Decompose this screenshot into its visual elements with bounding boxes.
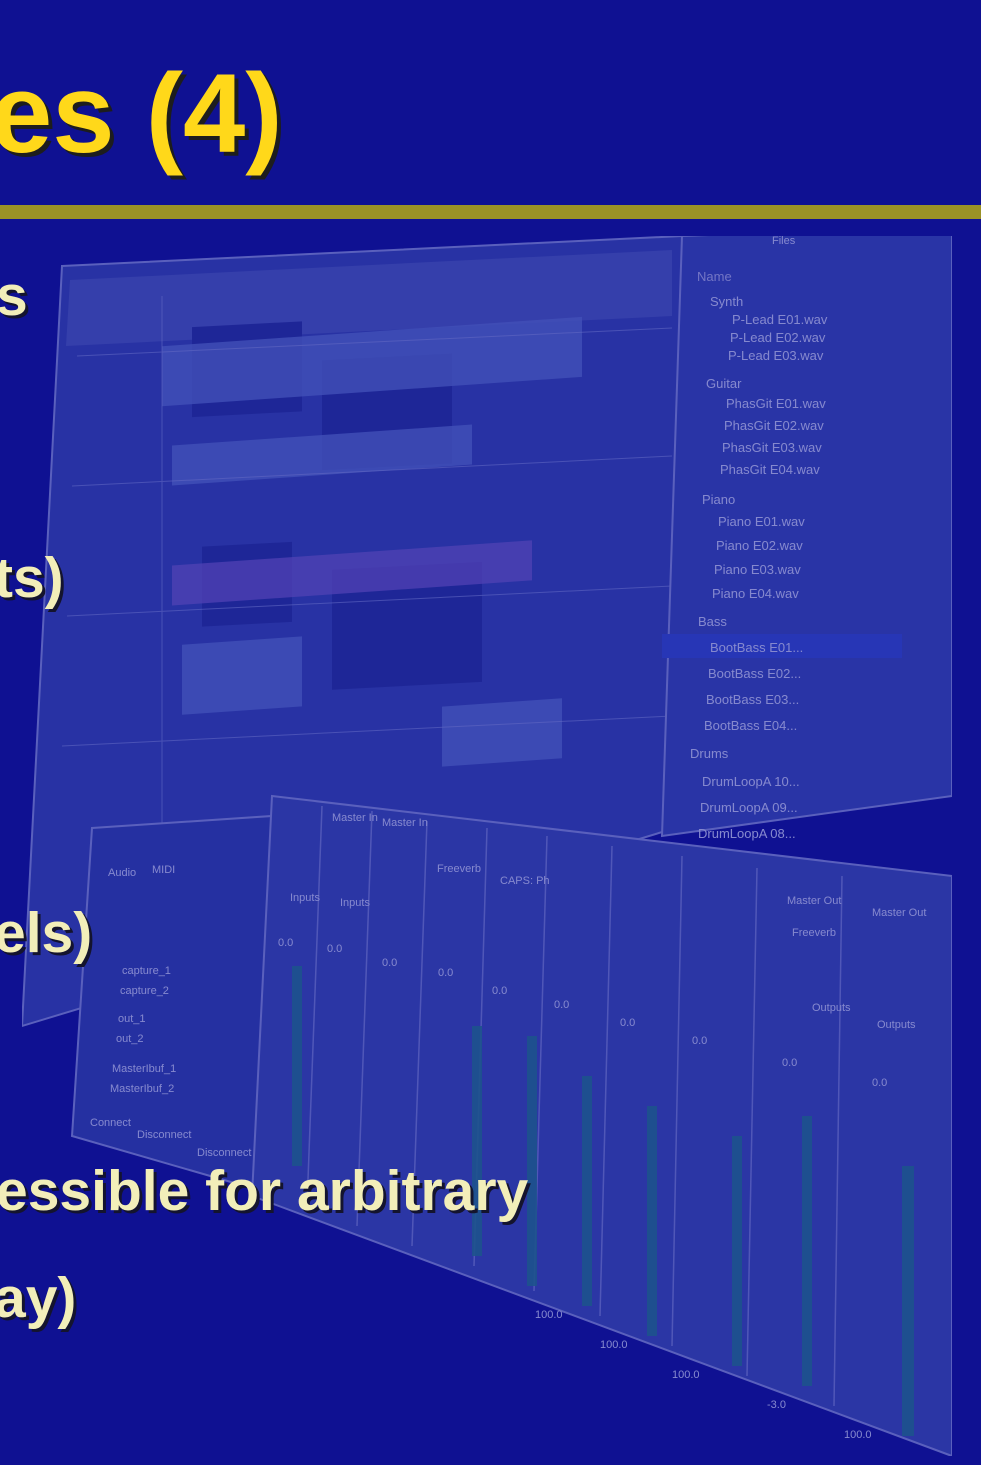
volume-field[interactable]: 100.0 bbox=[672, 1369, 700, 1381]
connect-button[interactable]: Connect bbox=[90, 1117, 131, 1129]
tab-audio[interactable]: Audio bbox=[108, 867, 136, 879]
gain-field[interactable]: 0.0 bbox=[438, 967, 453, 979]
gain-field[interactable]: 0.0 bbox=[278, 937, 293, 949]
gain-field[interactable]: 0.0 bbox=[554, 999, 569, 1011]
strip-label: Master Out bbox=[787, 895, 841, 907]
file-item[interactable]: BootBass E04... bbox=[704, 718, 797, 733]
io-label[interactable]: Outputs bbox=[812, 1002, 851, 1014]
file-browser-title: Files bbox=[772, 236, 796, 247]
strip-label: Master In bbox=[332, 812, 378, 824]
port-item[interactable]: MasterIbuf_1 bbox=[112, 1063, 176, 1075]
bullet-3: els) bbox=[0, 901, 93, 965]
volume-field[interactable]: 100.0 bbox=[535, 1309, 563, 1321]
insert-label[interactable]: CAPS: Ph bbox=[500, 875, 550, 887]
file-item[interactable]: Piano E01.wav bbox=[718, 514, 805, 529]
port-item[interactable]: out_2 bbox=[116, 1033, 144, 1045]
gain-field[interactable]: 0.0 bbox=[620, 1017, 635, 1029]
bullet-2: ts) bbox=[0, 546, 64, 610]
io-label[interactable]: Inputs bbox=[290, 892, 320, 904]
file-item[interactable]: DrumLoopA 08... bbox=[698, 826, 796, 841]
file-item[interactable]: BootBass E01... bbox=[710, 640, 803, 655]
tab-midi[interactable]: MIDI bbox=[152, 864, 175, 876]
bullet-4: essible for arbitrary bbox=[0, 1159, 529, 1223]
slide-title: es (4) bbox=[0, 51, 283, 176]
file-item[interactable]: PhasGit E02.wav bbox=[724, 418, 824, 433]
file-item[interactable]: Piano E03.wav bbox=[714, 562, 801, 577]
volume-field[interactable]: 100.0 bbox=[844, 1429, 872, 1441]
connections-window: Audio MIDI capture_1 capture_2 out_1 out… bbox=[70, 814, 274, 1193]
file-item[interactable]: DrumLoopA 09... bbox=[700, 800, 798, 815]
file-item[interactable]: P-Lead E03.wav bbox=[728, 348, 824, 363]
file-browser-column-header[interactable]: Name bbox=[697, 269, 732, 284]
file-item[interactable]: PhasGit E01.wav bbox=[726, 396, 826, 411]
title-underline bbox=[0, 205, 981, 219]
volume-field[interactable]: 100.0 bbox=[600, 1339, 628, 1351]
gain-field[interactable]: 0.0 bbox=[382, 957, 397, 969]
file-item[interactable]: BootBass E03... bbox=[706, 692, 799, 707]
gain-field[interactable]: 0.0 bbox=[782, 1057, 797, 1069]
bullet-1: s bbox=[0, 264, 28, 328]
io-label[interactable]: Inputs bbox=[340, 897, 370, 909]
file-item[interactable]: P-Lead E01.wav bbox=[732, 312, 828, 327]
gain-field[interactable]: 0.0 bbox=[327, 943, 342, 955]
port-item[interactable]: out_1 bbox=[118, 1013, 146, 1025]
folder-guitar[interactable]: Guitar bbox=[706, 376, 742, 391]
background-app-screenshot: Files Name Synth P-Lead E01.wav P-Lead E… bbox=[22, 236, 952, 1456]
file-item[interactable]: BootBass E02... bbox=[708, 666, 801, 681]
insert-label[interactable]: Freeverb bbox=[792, 927, 836, 939]
gain-field[interactable]: 0.0 bbox=[692, 1035, 707, 1047]
insert-label[interactable]: Freeverb bbox=[437, 863, 481, 875]
gain-field[interactable]: 0.0 bbox=[872, 1077, 887, 1089]
folder-synth[interactable]: Synth bbox=[710, 294, 743, 309]
volume-field[interactable]: -3.0 bbox=[767, 1399, 786, 1411]
disconnect-button[interactable]: Disconnect bbox=[137, 1129, 191, 1141]
folder-drums[interactable]: Drums bbox=[690, 746, 729, 761]
file-item[interactable]: P-Lead E02.wav bbox=[730, 330, 826, 345]
file-browser: Files Name Synth P-Lead E01.wav P-Lead E… bbox=[660, 236, 952, 841]
io-label[interactable]: Outputs bbox=[877, 1019, 916, 1031]
strip-label: Master Out bbox=[872, 907, 926, 919]
strip-label: Master In bbox=[382, 817, 428, 829]
folder-bass[interactable]: Bass bbox=[698, 614, 727, 629]
file-item[interactable]: PhasGit E04.wav bbox=[720, 462, 820, 477]
folder-piano[interactable]: Piano bbox=[702, 492, 735, 507]
port-item[interactable]: MasterIbuf_2 bbox=[110, 1083, 174, 1095]
file-item[interactable]: DrumLoopA 10... bbox=[702, 774, 800, 789]
file-item[interactable]: PhasGit E03.wav bbox=[722, 440, 822, 455]
file-item[interactable]: Piano E02.wav bbox=[716, 538, 803, 553]
bullet-5: ay) bbox=[0, 1266, 77, 1330]
gain-field[interactable]: 0.0 bbox=[492, 985, 507, 997]
mixer-window: Master In Master In Master Out Master Ou… bbox=[250, 794, 952, 1456]
port-item[interactable]: capture_2 bbox=[120, 985, 169, 997]
port-item[interactable]: capture_1 bbox=[122, 965, 171, 977]
file-item[interactable]: Piano E04.wav bbox=[712, 586, 799, 601]
